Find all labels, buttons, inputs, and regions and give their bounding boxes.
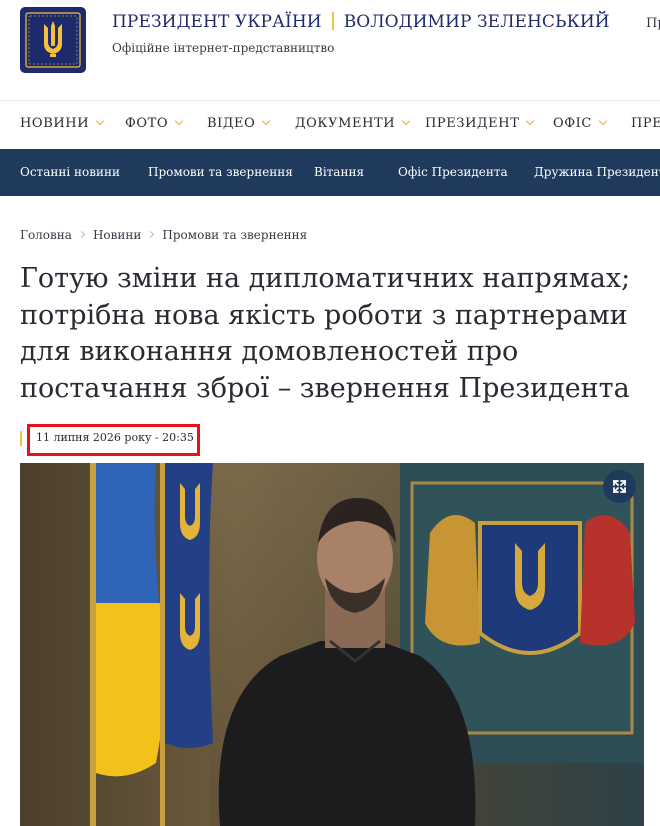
site-title-name[interactable]: ВОЛОДИМИР ЗЕЛЕНСЬКИЙ bbox=[344, 12, 610, 32]
breadcrumb-home[interactable]: Головна bbox=[20, 228, 72, 242]
chevron-right-icon bbox=[147, 230, 155, 239]
chevron-down-icon bbox=[598, 116, 608, 126]
nav-item-label: ПРЕС bbox=[631, 116, 660, 131]
nav-item-president[interactable]: ПРЕЗИДЕНТ bbox=[425, 116, 535, 131]
chevron-down-icon bbox=[262, 116, 271, 126]
trident-coat-of-arms-icon bbox=[25, 12, 81, 68]
date-accent-bar bbox=[20, 431, 22, 446]
breadcrumb: Головна Новини Промови та звернення bbox=[20, 228, 307, 242]
chevron-down-icon bbox=[95, 116, 105, 126]
site-logo[interactable] bbox=[20, 7, 86, 73]
chevron-down-icon bbox=[401, 116, 411, 126]
title-separator bbox=[331, 12, 334, 30]
chevron-right-icon bbox=[77, 230, 85, 239]
subnav-item-office[interactable]: Офіс Президента bbox=[398, 165, 508, 179]
chevron-down-icon bbox=[174, 116, 184, 126]
nav-item-label: НОВИНИ bbox=[20, 116, 90, 131]
site-header: ПРЕЗИДЕНТ УКРАЇНИ ВОЛОДИМИР ЗЕЛЕНСЬКИЙ Оф… bbox=[0, 0, 660, 101]
nav-item-label: ДОКУМЕНТИ bbox=[295, 116, 396, 131]
site-subtitle: Офіційне інтернет-представництво bbox=[112, 41, 335, 55]
main-navigation: НОВИНИ ФОТО ВІДЕО ДОКУМЕНТИ ПРЕЗИДЕНТ ОФ… bbox=[0, 100, 660, 147]
breadcrumb-news[interactable]: Новини bbox=[93, 228, 141, 242]
expand-photo-button[interactable] bbox=[603, 470, 636, 503]
nav-item-label: ФОТО bbox=[125, 116, 169, 131]
sub-navigation: Останні новини Промови та звернення Віта… bbox=[0, 149, 660, 196]
article-title: Готую зміни на дипломатичних напрямах; п… bbox=[20, 263, 631, 404]
article-photo-image bbox=[20, 463, 644, 826]
nav-item-office[interactable]: ОФІС bbox=[553, 116, 608, 131]
article-date: 11 липня 2026 року - 20:35 bbox=[36, 431, 194, 444]
subnav-item-greetings[interactable]: Вітання bbox=[314, 165, 364, 179]
nav-item-press[interactable]: ПРЕС bbox=[631, 116, 660, 131]
subnav-item-speeches[interactable]: Промови та звернення bbox=[148, 165, 293, 179]
nav-item-documents[interactable]: ДОКУМЕНТИ bbox=[295, 116, 411, 131]
nav-item-label: ВІДЕО bbox=[207, 116, 256, 131]
subnav-item-latest-news[interactable]: Останні новини bbox=[20, 165, 120, 179]
nav-item-news[interactable]: НОВИНИ bbox=[20, 116, 105, 131]
nav-item-photo[interactable]: ФОТО bbox=[125, 116, 184, 131]
chevron-down-icon bbox=[526, 116, 535, 126]
nav-item-label: ПРЕЗИДЕНТ bbox=[425, 116, 520, 131]
site-title[interactable]: ПРЕЗИДЕНТ УКРАЇНИ ВОЛОДИМИР ЗЕЛЕНСЬКИЙ bbox=[112, 12, 610, 32]
nav-item-label: ОФІС bbox=[553, 116, 592, 131]
language-switcher[interactable]: Пр bbox=[646, 16, 660, 31]
nav-item-video[interactable]: ВІДЕО bbox=[207, 116, 271, 131]
subnav-item-first-lady[interactable]: Дружина Президента bbox=[534, 165, 660, 179]
expand-fullscreen-icon bbox=[613, 480, 626, 493]
site-title-president[interactable]: ПРЕЗИДЕНТ УКРАЇНИ bbox=[112, 12, 322, 32]
breadcrumb-speeches[interactable]: Промови та звернення bbox=[162, 228, 307, 242]
article-photo[interactable] bbox=[20, 463, 644, 826]
